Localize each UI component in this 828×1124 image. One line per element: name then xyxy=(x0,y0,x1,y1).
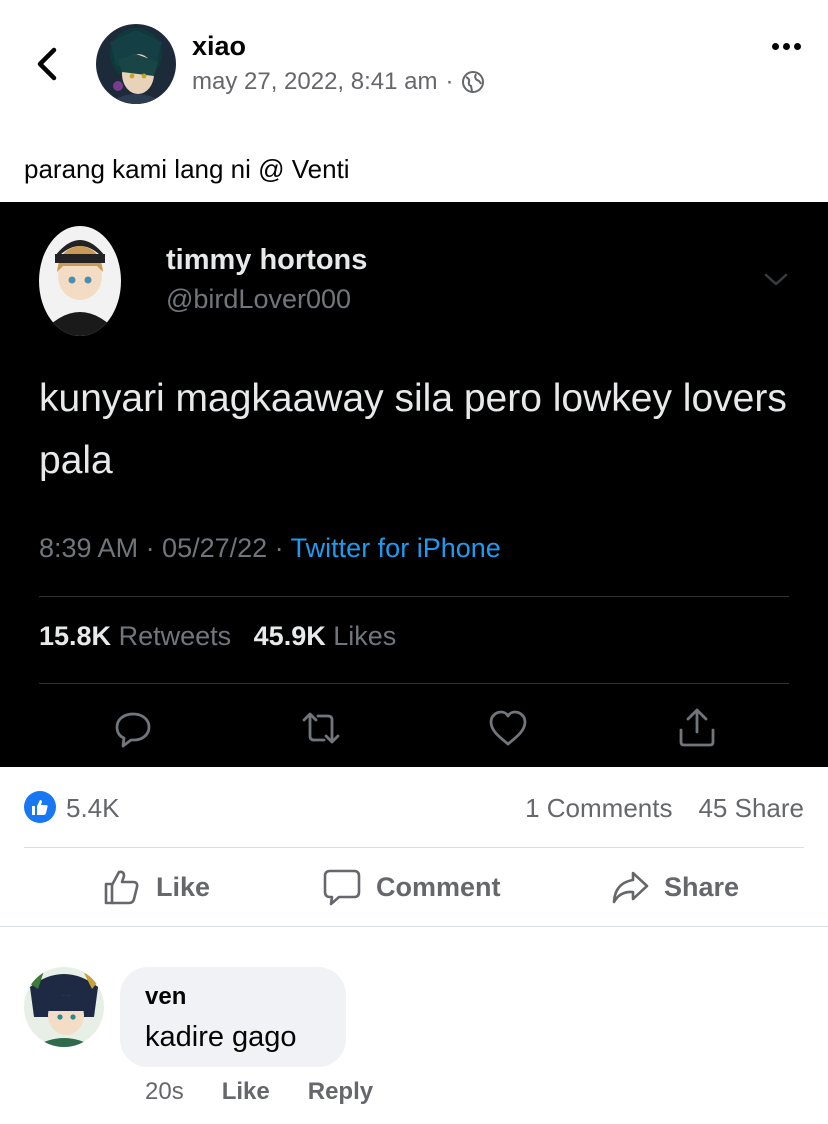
chevron-down-icon xyxy=(764,273,788,286)
tweet-author-handle: @birdLover000 xyxy=(166,284,352,314)
comment-reply-button[interactable]: Reply xyxy=(308,1078,373,1106)
tweet-time-text: 8:39 AM · 05/27/22 · xyxy=(39,533,291,563)
comments-count[interactable]: 1 Comments xyxy=(525,793,672,824)
tweet-divider xyxy=(39,683,789,684)
like-button-label: Like xyxy=(156,871,211,902)
tweet-screenshot[interactable]: timmy hortons @birdLover000 kunyari magk… xyxy=(0,202,828,767)
post-timestamp[interactable]: may 27, 2022, 8:41 am xyxy=(192,68,437,96)
share-icon xyxy=(679,708,715,747)
meta-separator: · xyxy=(445,68,454,95)
comment-icon xyxy=(323,869,361,906)
tweet-text: kunyari magkaaway sila pero lowkey lover… xyxy=(39,377,787,482)
like-button[interactable]: Like xyxy=(102,864,210,910)
thumbs-up-icon xyxy=(32,800,48,815)
author-avatar[interactable] xyxy=(96,24,176,104)
tweet-avatar xyxy=(39,226,121,336)
post-caption: parang kami lang ni @ Venti xyxy=(24,154,350,184)
thumbs-up-outline-icon xyxy=(104,870,139,905)
share-button-label: Share xyxy=(664,871,740,902)
tweet-stats: 15.8K Retweets 45.9K Likes xyxy=(39,621,396,652)
tweet-author-name: timmy hortons xyxy=(166,244,368,276)
comment-button-label: Comment xyxy=(376,871,501,902)
more-dots-icon xyxy=(771,42,779,50)
commenter-name[interactable]: ven xyxy=(145,983,186,1011)
like-reaction-badge[interactable] xyxy=(24,791,56,823)
author-name[interactable]: xiao xyxy=(192,31,246,62)
reply-icon xyxy=(115,712,151,748)
comment-like-button[interactable]: Like xyxy=(222,1078,270,1106)
tweet-source: Twitter for iPhone xyxy=(290,533,501,563)
tweet-timestamp: 8:39 AM · 05/27/22 · Twitter for iPhone xyxy=(39,533,501,564)
post-meta: may 27, 2022, 8:41 am · xyxy=(192,68,485,96)
likes-count: 45.9K xyxy=(253,621,326,651)
comment-text: kadire gago xyxy=(145,1021,297,1053)
comment-age: 20s xyxy=(145,1078,184,1105)
globe-icon xyxy=(462,71,485,93)
back-button[interactable] xyxy=(30,42,66,86)
commenter-avatar[interactable] xyxy=(24,967,104,1047)
comment-meta: 20s Like Reply xyxy=(145,1078,373,1106)
more-options-button[interactable] xyxy=(766,34,806,58)
divider xyxy=(24,847,804,848)
retweets-label: Retweets xyxy=(118,621,232,651)
divider xyxy=(0,926,828,927)
comment-bubble[interactable]: ven kadire gago xyxy=(120,967,346,1067)
heart-icon xyxy=(489,710,527,746)
reaction-count[interactable]: 5.4K xyxy=(66,793,120,824)
retweet-icon xyxy=(302,712,340,744)
likes-label: Likes xyxy=(333,621,397,651)
shares-count[interactable]: 45 Share xyxy=(698,793,804,824)
share-button[interactable]: Share xyxy=(610,864,739,910)
share-arrow-icon xyxy=(612,871,649,904)
retweets-count: 15.8K xyxy=(39,621,112,651)
chevron-left-icon xyxy=(37,47,57,81)
comment-button[interactable]: Comment xyxy=(322,864,501,910)
tweet-divider xyxy=(39,596,789,597)
engagement-counts: 1 Comments 45 Share xyxy=(525,793,804,824)
